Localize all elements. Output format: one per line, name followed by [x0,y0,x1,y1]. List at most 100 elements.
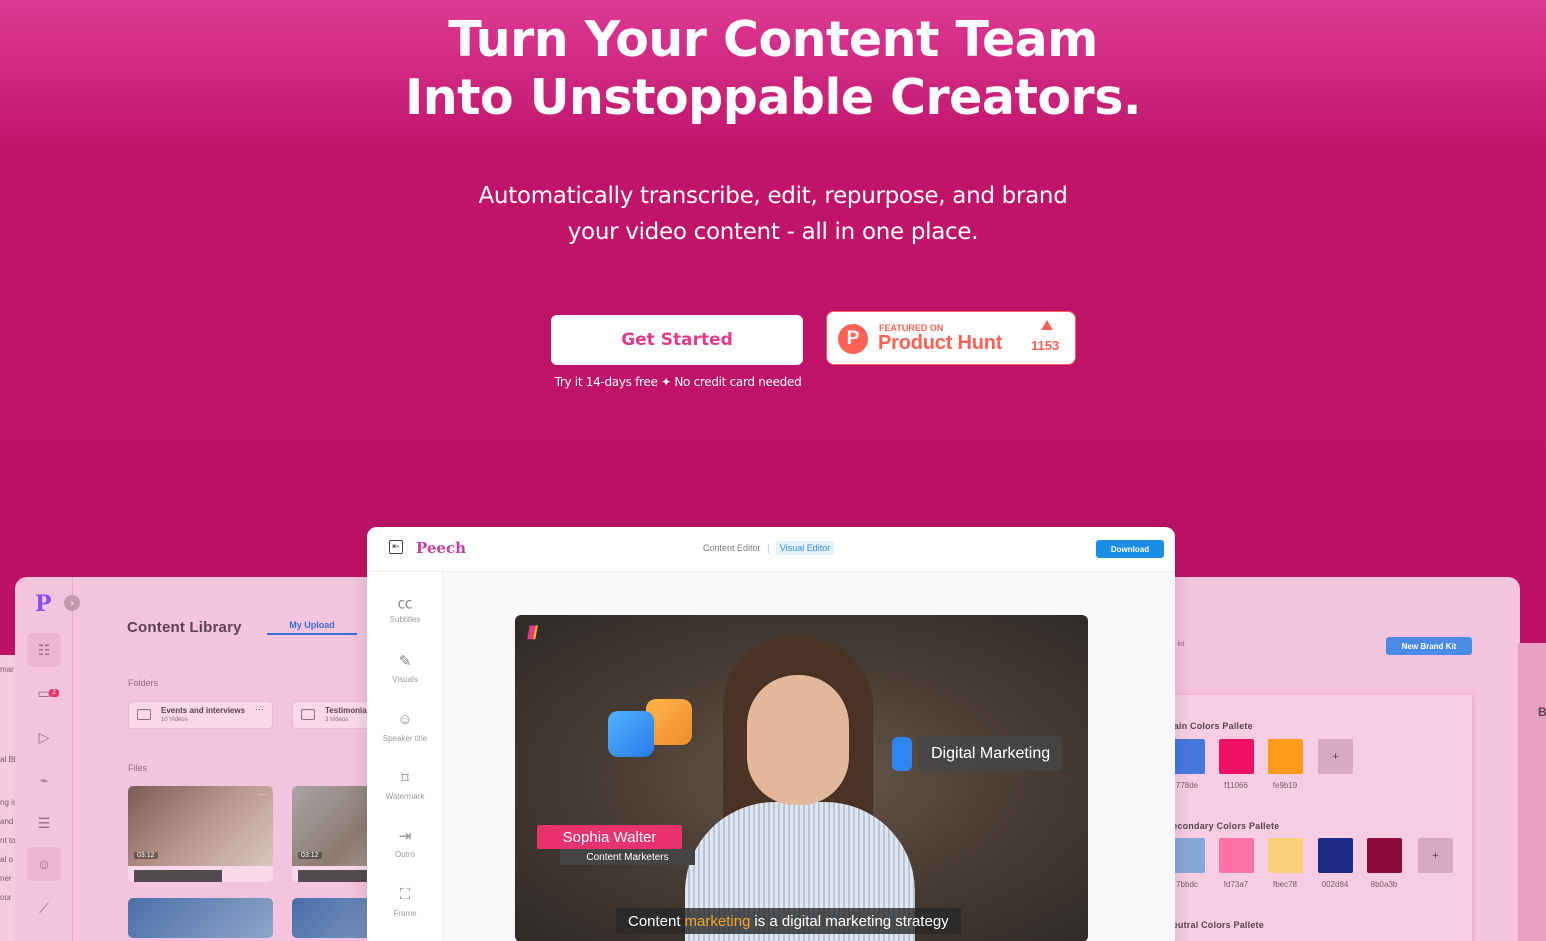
folder-icon [301,709,315,720]
main-colors-label: Main Colors Pallete [1166,721,1253,731]
color-swatch[interactable] [1170,838,1205,873]
edge-text: ner [0,874,12,883]
hero-subtitle-line1: Automatically transcribe, edit, repurpos… [478,183,1068,209]
hero-section: Turn Your Content Team Into Unstoppable … [0,0,1546,941]
speaker-name: Sophia Walter [537,825,682,849]
edge-text: and [0,817,14,826]
tool-label: Visuals [392,675,418,684]
bookmark-icon: ⌑ [401,770,409,787]
folder-item[interactable]: Testimonia 3 Videos [292,701,375,729]
right-edge-panel: B [1518,643,1546,941]
edge-text: nt to [0,836,16,845]
tool-frame[interactable]: ⛶ Frame [367,886,443,918]
visual-editor-window: ⇤ Peech Content Editor | Visual Editor D… [367,527,1175,941]
color-swatch[interactable] [1170,739,1205,774]
tool-speaker-title[interactable]: ☺ Speaker title [367,711,443,743]
file-card[interactable]: ··· 03:12 Olivia's how-to video [128,786,273,882]
tool-label: Subtitles [389,615,421,624]
play-icon[interactable]: ▷ [33,726,55,748]
hero-title-line1: Turn Your Content Team [448,11,1098,68]
color-hex: 002d84 [1321,880,1349,889]
folder-item[interactable]: Events and interviews 10 Videos ··· [128,701,273,729]
more-icon[interactable]: ··· [258,789,267,799]
upvote-triangle-icon [1041,320,1053,330]
color-swatch[interactable] [1219,838,1254,873]
peech-logo-icon: P [35,591,52,617]
video-subtitle: Content marketing is a digital marketing… [616,908,961,934]
edge-text: mar [0,665,14,674]
exit-icon[interactable]: ⇤ [389,540,403,554]
color-swatch[interactable] [1268,739,1303,774]
new-brand-kit-button[interactable]: New Brand Kit [1386,637,1472,655]
face-shape [747,675,849,805]
upvote-count: 1153 [1031,338,1060,353]
color-swatch[interactable] [1318,838,1353,873]
video-preview[interactable]: //// Digital Marketing Sophia Walter Con… [515,615,1088,941]
speaker-image [685,637,915,941]
tool-label: Frame [393,909,417,918]
checklist-icon[interactable]: ☷ [27,633,61,667]
tab-content-editor[interactable]: Content Editor [703,543,761,553]
tab-my-upload[interactable]: My Upload [267,617,357,635]
download-button[interactable]: Download [1096,540,1164,558]
editor-sidebar: ㏄ Subtitles ✎ Visuals ☺ Speaker title ⌑ … [367,572,443,941]
brand-kit-label: l kit [1174,641,1185,648]
files-label: Files [128,763,148,773]
trial-note: Try it 14-days free ✦ No credit card nee… [554,375,802,389]
folder-badge: 2 [49,689,59,697]
tool-label: Watermark [385,792,425,801]
brand-kit-panel: l kit New Brand Kit Main Colors Pallete … [1160,577,1520,941]
exit-icon: ⇥ [398,828,412,845]
edge-letter: B [1538,705,1546,719]
tool-label: Speaker title [382,734,428,743]
tab-visual-editor[interactable]: Visual Editor [775,541,835,555]
tag-accent [892,737,912,771]
smile-icon[interactable]: ☺ [27,847,61,881]
tool-watermark[interactable]: ⌑ Watermark [367,769,443,801]
color-swatch[interactable] [1268,838,1303,873]
sliders-icon[interactable]: ☰ [33,812,55,834]
chart-icon[interactable]: ⟋ [33,897,55,919]
file-card[interactable] [128,898,273,938]
brush-icon: ✎ [398,653,412,670]
hero-title-line2: Into Unstoppable Creators. [404,69,1142,126]
file-card[interactable] [292,898,375,938]
more-icon[interactable]: ··· [255,704,264,714]
add-color-icon[interactable]: + [1318,739,1353,774]
tag-icon[interactable]: ⌁ [33,769,55,791]
file-caption: Tips for an effective [298,870,375,882]
secondary-colors-label: Secondary Colors Pallete [1166,821,1280,831]
subtitle-text: Content [628,912,681,930]
folder-name: Events and interviews [161,706,246,715]
product-hunt-logo-icon: P [838,324,868,354]
brand-watermark-icon: //// [527,623,538,643]
wallet-icon [608,711,654,757]
subtitle-highlight: marketing [684,912,751,930]
product-hunt-badge[interactable]: P FEATURED ON Product Hunt 1153 [826,311,1076,365]
folder-count: 10 Videos [161,717,188,723]
tool-outro[interactable]: ⇥ Outro [367,827,443,859]
person-icon: ☺ [397,711,413,728]
get-started-button[interactable]: Get Started [551,315,803,365]
color-swatch[interactable] [1219,739,1254,774]
add-color-icon[interactable]: + [1418,838,1453,873]
color-hex: fd73a7 [1223,880,1249,889]
color-hex: fe9b19 [1272,781,1298,790]
topic-tag: Digital Marketing [919,736,1063,771]
tool-subtitles[interactable]: ㏄ Subtitles [367,592,443,624]
product-hunt-name: Product Hunt [878,332,1003,354]
video-duration: 03:12 [134,852,158,859]
color-swatch[interactable] [1367,838,1402,873]
frame-icon: ⛶ [399,886,411,903]
folder-name: Testimonia [325,706,367,715]
collapse-icon[interactable]: › [64,595,80,611]
neutral-colors-label: Neutral Colors Pallete [1166,920,1264,930]
tool-visuals[interactable]: ✎ Visuals [367,652,443,684]
edge-text: al o [0,855,13,864]
color-hex: fbec78 [1272,880,1298,889]
color-hex: f11066 [1224,781,1248,790]
editor-logo: Peech [416,539,467,557]
file-card[interactable]: 03:12 Tips for an effective [292,786,375,882]
tab-separator: | [767,543,770,553]
library-rail: P ☷ ▭ 2 ▷ ⌁ ☰ ☺ ⟋ [15,577,73,941]
